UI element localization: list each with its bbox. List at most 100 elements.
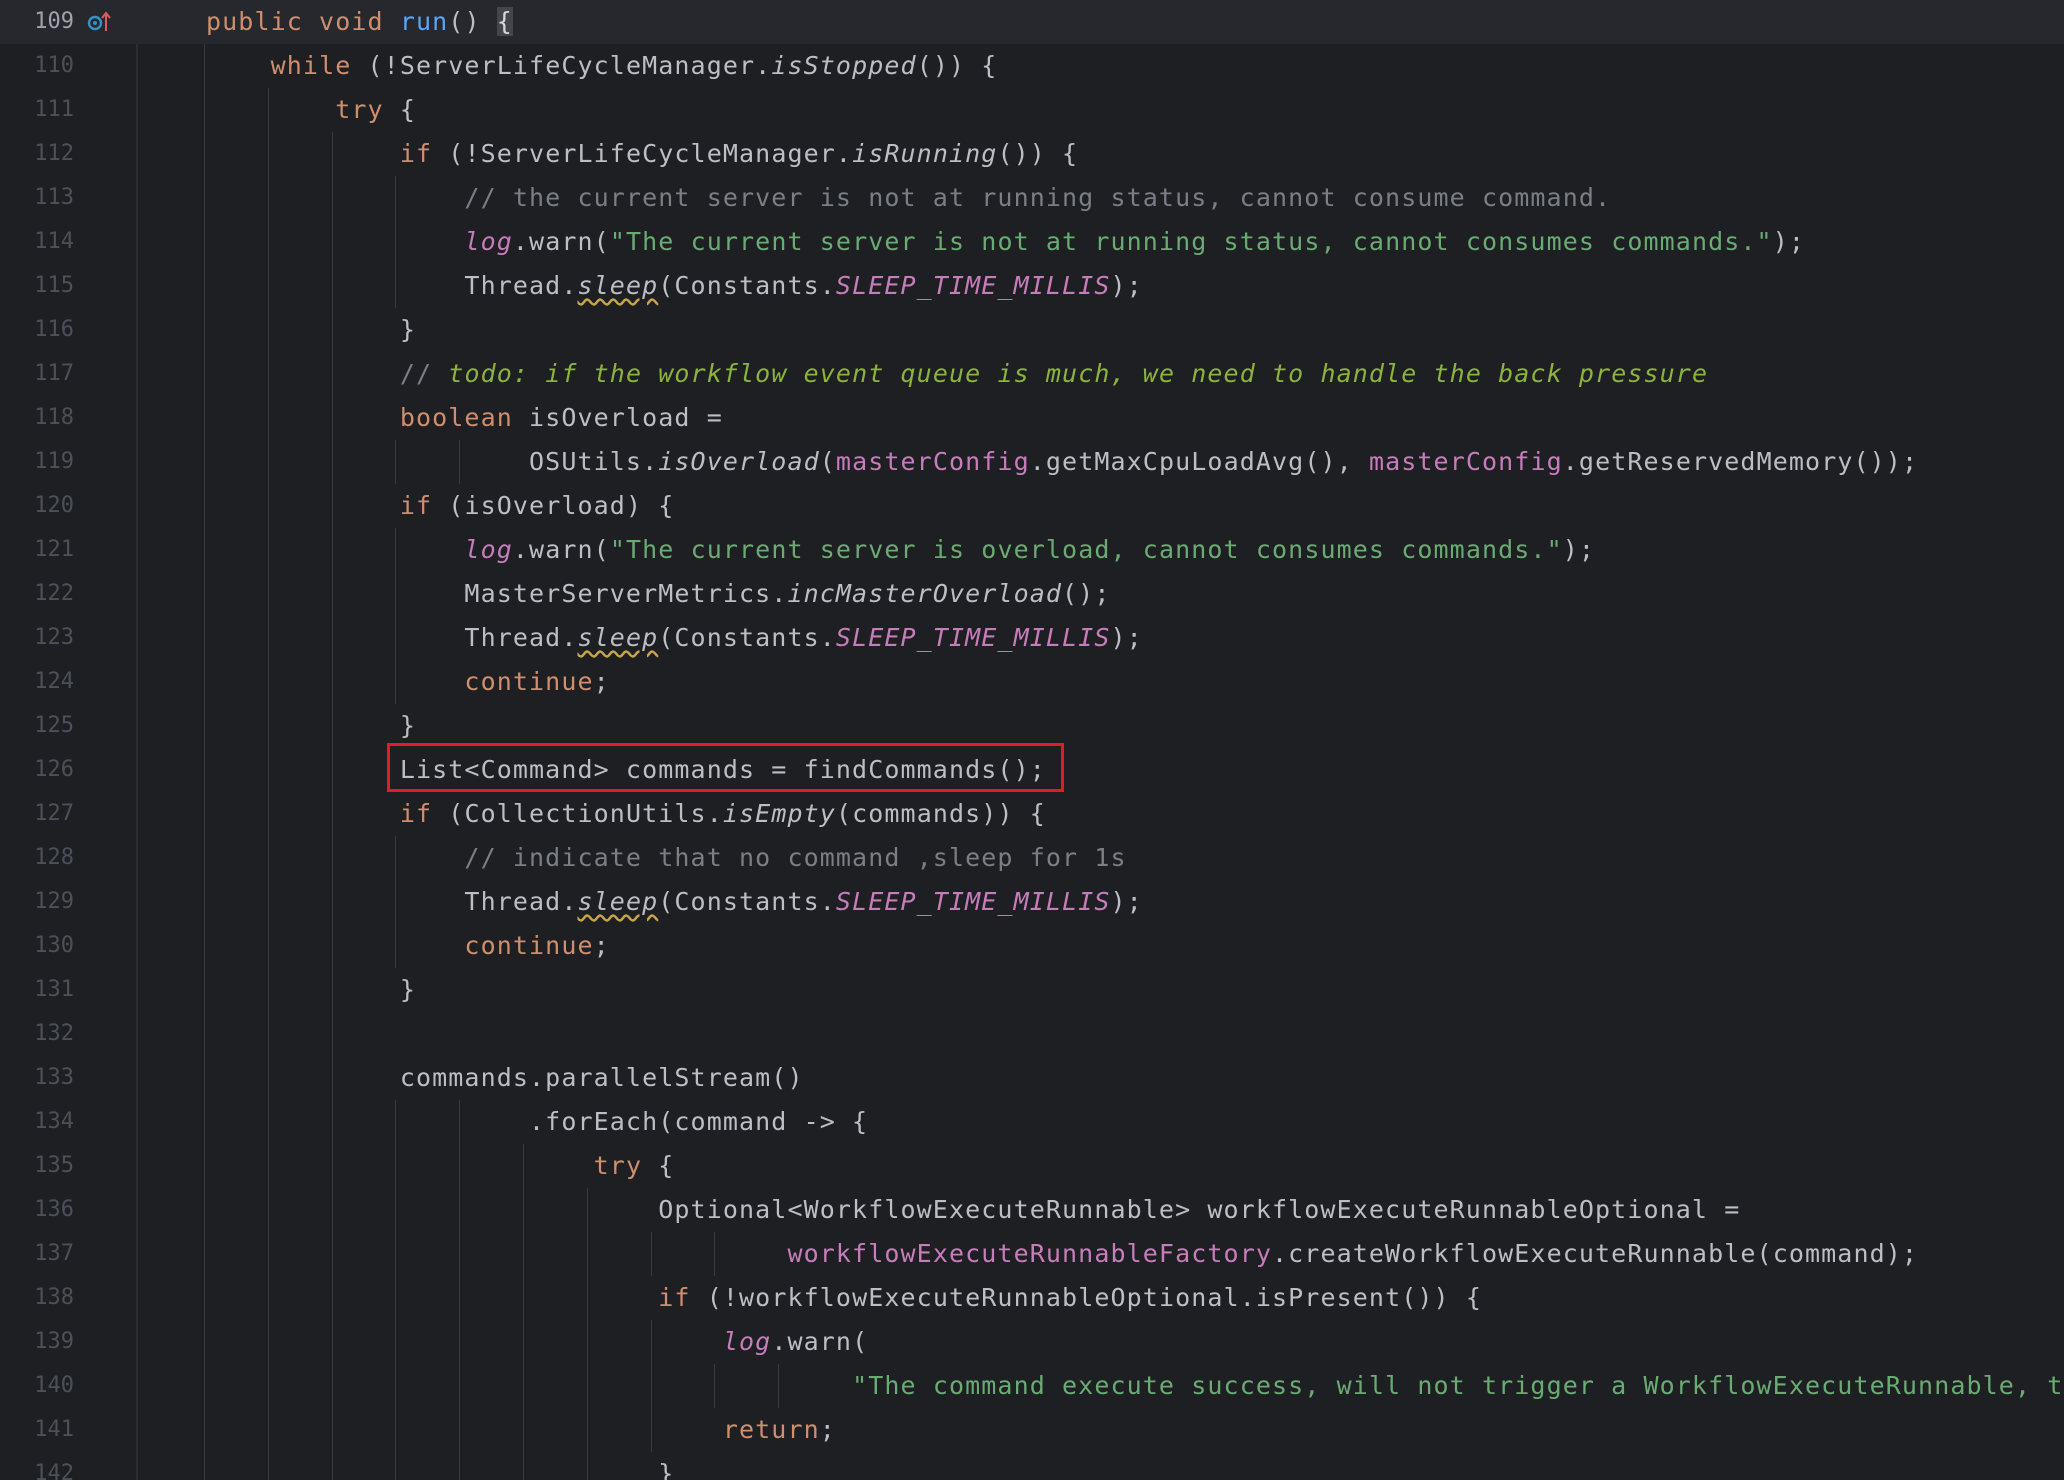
code-text[interactable]: if (isOverload) {: [206, 484, 674, 528]
code-line[interactable]: 121 log.warn("The current server is over…: [0, 528, 2064, 572]
code-line[interactable]: 136 Optional<WorkflowExecuteRunnable> wo…: [0, 1188, 2064, 1232]
code-text[interactable]: return;: [206, 1408, 836, 1452]
code-text[interactable]: }: [206, 308, 416, 352]
code-line[interactable]: 110 while (!ServerLifeCycleManager.isSto…: [0, 44, 2064, 88]
line-number[interactable]: 130: [0, 924, 74, 968]
code-line[interactable]: 115 Thread.sleep(Constants.SLEEP_TIME_MI…: [0, 264, 2064, 308]
code-line[interactable]: 142 }: [0, 1452, 2064, 1480]
line-number[interactable]: 140: [0, 1364, 74, 1408]
line-number[interactable]: 124: [0, 660, 74, 704]
code-line[interactable]: 129 Thread.sleep(Constants.SLEEP_TIME_MI…: [0, 880, 2064, 924]
code-text[interactable]: OSUtils.isOverload(masterConfig.getMaxCp…: [206, 440, 1918, 484]
code-line[interactable]: 130 continue;: [0, 924, 2064, 968]
line-number[interactable]: 112: [0, 132, 74, 176]
line-number[interactable]: 121: [0, 528, 74, 572]
code-text[interactable]: // the current server is not at running …: [206, 176, 1611, 220]
code-line[interactable]: 141 return;: [0, 1408, 2064, 1452]
line-number[interactable]: 136: [0, 1188, 74, 1232]
code-text[interactable]: commands.parallelStream(): [206, 1056, 804, 1100]
line-number[interactable]: 133: [0, 1056, 74, 1100]
line-number[interactable]: 126: [0, 748, 74, 792]
code-line[interactable]: 139 log.warn(: [0, 1320, 2064, 1364]
line-number[interactable]: 131: [0, 968, 74, 1012]
code-line[interactable]: 132: [0, 1012, 2064, 1056]
line-number[interactable]: 119: [0, 440, 74, 484]
line-number[interactable]: 141: [0, 1408, 74, 1452]
line-number[interactable]: 128: [0, 836, 74, 880]
code-text[interactable]: Thread.sleep(Constants.SLEEP_TIME_MILLIS…: [206, 616, 1143, 660]
line-number[interactable]: 129: [0, 880, 74, 924]
line-number[interactable]: 120: [0, 484, 74, 528]
code-editor[interactable]: 109 public void run() {110 while (!Server…: [0, 0, 2064, 1480]
code-line[interactable]: 119 OSUtils.isOverload(masterConfig.getM…: [0, 440, 2064, 484]
line-number[interactable]: 123: [0, 616, 74, 660]
code-line[interactable]: 116 }: [0, 308, 2064, 352]
code-line[interactable]: 125 }: [0, 704, 2064, 748]
line-number[interactable]: 113: [0, 176, 74, 220]
line-number[interactable]: 118: [0, 396, 74, 440]
code-line[interactable]: 122 MasterServerMetrics.incMasterOverloa…: [0, 572, 2064, 616]
code-line[interactable]: 133 commands.parallelStream(): [0, 1056, 2064, 1100]
code-line[interactable]: 111 try {: [0, 88, 2064, 132]
code-line[interactable]: 124 continue;: [0, 660, 2064, 704]
code-line[interactable]: 118 boolean isOverload =: [0, 396, 2064, 440]
line-number[interactable]: 117: [0, 352, 74, 396]
code-text[interactable]: "The command execute success, will not t…: [206, 1364, 2064, 1408]
code-text[interactable]: public void run() {: [206, 0, 513, 44]
code-line[interactable]: 131 }: [0, 968, 2064, 1012]
code-text[interactable]: while (!ServerLifeCycleManager.isStopped…: [206, 44, 997, 88]
code-line[interactable]: 114 log.warn("The current server is not …: [0, 220, 2064, 264]
code-text[interactable]: Thread.sleep(Constants.SLEEP_TIME_MILLIS…: [206, 264, 1143, 308]
line-number[interactable]: 135: [0, 1144, 74, 1188]
code-line[interactable]: 137 workflowExecuteRunnableFactory.creat…: [0, 1232, 2064, 1276]
code-line[interactable]: 112 if (!ServerLifeCycleManager.isRunnin…: [0, 132, 2064, 176]
line-number[interactable]: 111: [0, 88, 74, 132]
override-method-icon[interactable]: [86, 9, 112, 35]
line-number[interactable]: 142: [0, 1452, 74, 1480]
code-line[interactable]: 128 // indicate that no command ,sleep f…: [0, 836, 2064, 880]
code-line[interactable]: 109 public void run() {: [0, 0, 2064, 44]
code-text[interactable]: // indicate that no command ,sleep for 1…: [206, 836, 1127, 880]
code-text[interactable]: // todo: if the workflow event queue is …: [206, 352, 1708, 396]
code-text[interactable]: continue;: [206, 660, 610, 704]
line-number[interactable]: 138: [0, 1276, 74, 1320]
code-text[interactable]: Thread.sleep(Constants.SLEEP_TIME_MILLIS…: [206, 880, 1143, 924]
code-text[interactable]: }: [206, 704, 416, 748]
code-text[interactable]: if (!ServerLifeCycleManager.isRunning())…: [206, 132, 1078, 176]
code-line[interactable]: 127 if (CollectionUtils.isEmpty(commands…: [0, 792, 2064, 836]
code-text[interactable]: log.warn("The current server is overload…: [206, 528, 1595, 572]
line-number[interactable]: 116: [0, 308, 74, 352]
code-text[interactable]: log.warn(: [206, 1320, 868, 1364]
code-line[interactable]: 138 if (!workflowExecuteRunnableOptional…: [0, 1276, 2064, 1320]
line-number[interactable]: 122: [0, 572, 74, 616]
code-text[interactable]: MasterServerMetrics.incMasterOverload();: [206, 572, 1111, 616]
code-text[interactable]: log.warn("The current server is not at r…: [206, 220, 1805, 264]
line-number[interactable]: 127: [0, 792, 74, 836]
code-text[interactable]: if (!workflowExecuteRunnableOptional.isP…: [206, 1276, 1482, 1320]
line-number[interactable]: 139: [0, 1320, 74, 1364]
code-text[interactable]: workflowExecuteRunnableFactory.createWor…: [206, 1232, 1918, 1276]
code-line[interactable]: 135 try {: [0, 1144, 2064, 1188]
code-line[interactable]: 117 // todo: if the workflow event queue…: [0, 352, 2064, 396]
code-text[interactable]: continue;: [206, 924, 610, 968]
code-line[interactable]: 140 "The command execute success, will n…: [0, 1364, 2064, 1408]
code-text[interactable]: try {: [206, 88, 416, 132]
code-text[interactable]: Optional<WorkflowExecuteRunnable> workfl…: [206, 1188, 1740, 1232]
code-line[interactable]: 120 if (isOverload) {: [0, 484, 2064, 528]
code-text[interactable]: boolean isOverload =: [206, 396, 723, 440]
line-number[interactable]: 114: [0, 220, 74, 264]
line-number[interactable]: 115: [0, 264, 74, 308]
code-text[interactable]: if (CollectionUtils.isEmpty(commands)) {: [206, 792, 1046, 836]
line-number[interactable]: 137: [0, 1232, 74, 1276]
line-number[interactable]: 110: [0, 44, 74, 88]
code-line[interactable]: 123 Thread.sleep(Constants.SLEEP_TIME_MI…: [0, 616, 2064, 660]
line-number[interactable]: 132: [0, 1012, 74, 1056]
code-text[interactable]: .forEach(command -> {: [206, 1100, 868, 1144]
code-text[interactable]: }: [206, 968, 416, 1012]
code-text[interactable]: try {: [206, 1144, 674, 1188]
code-line[interactable]: 134 .forEach(command -> {: [0, 1100, 2064, 1144]
line-number[interactable]: 134: [0, 1100, 74, 1144]
code-line[interactable]: 113 // the current server is not at runn…: [0, 176, 2064, 220]
line-number[interactable]: 125: [0, 704, 74, 748]
line-number[interactable]: 109: [0, 0, 74, 44]
